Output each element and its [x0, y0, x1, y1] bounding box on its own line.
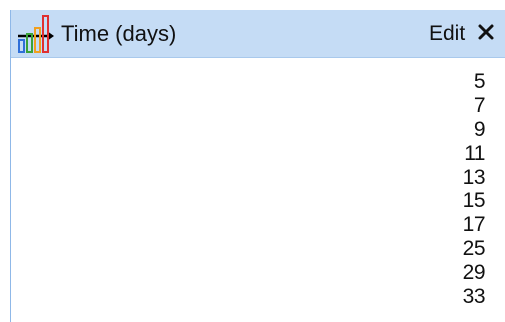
list-item: 15	[462, 189, 486, 213]
list-item: 29	[462, 261, 486, 285]
list-item: 25	[462, 237, 486, 261]
close-icon[interactable]	[474, 20, 498, 44]
list-item: 5	[473, 70, 486, 93]
list-item: 9	[473, 117, 486, 141]
values-list: 5 7 9 11 13 15 17 25 29 33	[462, 70, 486, 309]
variable-panel: Time (days) Edit 5 7 9 11 13 15 17 25 29…	[10, 10, 505, 322]
column-chart-icon	[18, 15, 54, 53]
list-item: 11	[464, 141, 485, 165]
panel-title: Time (days)	[61, 21, 177, 46]
list-item: 13	[462, 165, 486, 189]
edit-button[interactable]: Edit	[429, 22, 465, 46]
panel-header: Time (days) Edit	[11, 10, 505, 58]
list-item: 33	[462, 285, 486, 309]
list-item: 7	[473, 93, 486, 117]
list-item: 17	[462, 213, 486, 237]
